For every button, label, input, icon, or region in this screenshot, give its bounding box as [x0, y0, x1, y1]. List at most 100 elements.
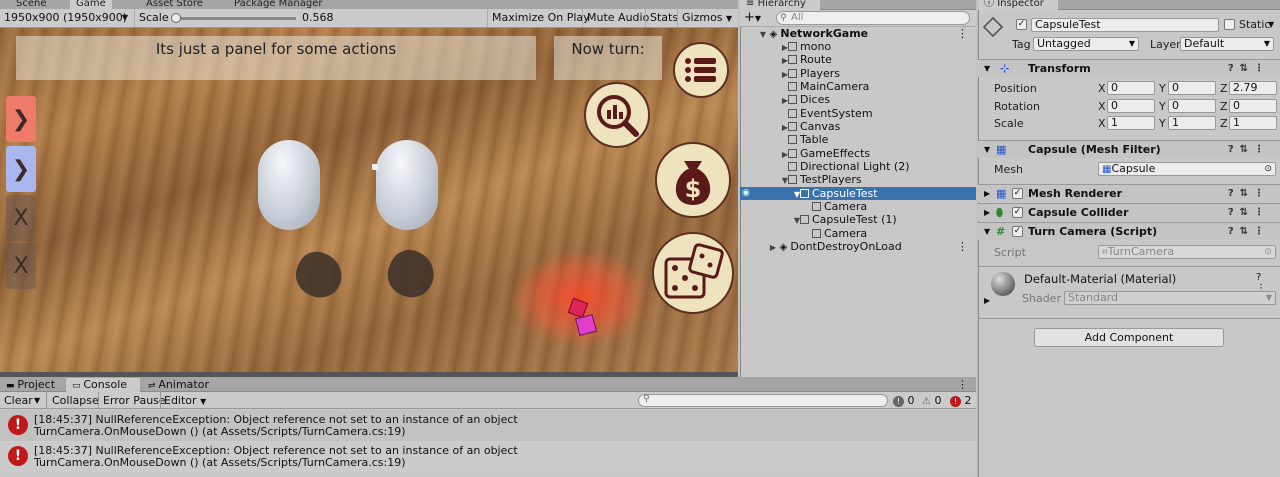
object-name-value: CapsuleTest — [1035, 18, 1101, 31]
hierarchy-item-directional-light[interactable]: Directional Light (2) — [740, 160, 976, 173]
game-view[interactable]: Its just a panel for some actions Now tu… — [0, 28, 738, 372]
add-component-button[interactable]: Add Component — [1034, 328, 1224, 347]
scale-x-field[interactable]: 1 — [1107, 116, 1155, 130]
position-x-value: 0 — [1111, 81, 1118, 94]
info-count-toggle[interactable]: ! 0 — [893, 393, 915, 408]
component-actions-icons[interactable]: ?⇅⋮ — [1228, 141, 1270, 159]
tab-inspector[interactable]: ⓘ Inspector — [978, 0, 1058, 10]
mesh-filter-header[interactable]: ▼ ▦ Capsule (Mesh Filter) ?⇅⋮ — [978, 140, 1280, 158]
console-log-entry[interactable]: ! [18:45:37] NullReferenceException: Obj… — [0, 410, 976, 441]
component-actions-icons[interactable]: ?⇅⋮ — [1228, 60, 1270, 78]
clear-options-dropdown[interactable]: ▼ — [34, 393, 40, 408]
expand-arrow-icon: ▼ — [984, 145, 991, 154]
collapse-toggle[interactable]: Collapse — [52, 393, 99, 408]
collapsed-arrow-icon[interactable]: ▶ — [984, 296, 990, 305]
unity-scene-icon: ◈ — [779, 242, 791, 253]
hierarchy-item-route[interactable]: ▶ Route — [740, 53, 976, 66]
kebab-menu-icon[interactable]: ⋮ — [957, 27, 968, 40]
capsule-collider-header[interactable]: ▶ ⬮ ✓ Capsule Collider ?⇅⋮ — [978, 203, 1280, 221]
maximize-on-play-button[interactable]: Maximize On Play — [487, 9, 594, 27]
object-name-field[interactable]: CapsuleTest — [1031, 18, 1219, 32]
kebab-menu-icon[interactable]: ⋮ — [957, 378, 968, 391]
static-checkbox[interactable] — [1224, 19, 1235, 30]
collapsed-arrow-icon: ▶ — [984, 208, 991, 217]
side-button-blue[interactable]: ❯ — [6, 146, 36, 192]
transform-header[interactable]: ▼ ⊹ Transform ?⇅⋮ — [978, 59, 1280, 77]
kebab-menu-icon[interactable]: ⋮ — [957, 240, 968, 253]
tab-project[interactable]: ▬ Project — [0, 378, 66, 392]
visibility-icon[interactable]: ◉ — [742, 187, 750, 200]
dice-button[interactable] — [652, 232, 734, 314]
error-pause-toggle[interactable]: Error Pause — [103, 393, 166, 408]
hierarchy-item-eventsystem[interactable]: EventSystem — [740, 107, 976, 120]
hierarchy-item-capsuletest[interactable]: ◉ ▼ CapsuleTest — [740, 187, 976, 200]
create-dropdown[interactable]: +▼ — [744, 11, 761, 26]
layer-dropdown[interactable]: Default ▼ — [1180, 37, 1274, 51]
active-checkbox[interactable]: ✓ — [1016, 19, 1027, 30]
hierarchy-item-gameeffects[interactable]: ▶ GameEffects — [740, 147, 976, 160]
tab-animator[interactable]: ⇌ Animator — [142, 378, 216, 392]
tab-console[interactable]: ▭ Console — [66, 378, 140, 392]
svg-text:$: $ — [685, 175, 702, 203]
component-actions-icons[interactable]: ?⇅⋮ — [1228, 185, 1270, 203]
side-button-red[interactable]: ❯ — [6, 96, 36, 142]
mesh-renderer-header[interactable]: ▶ ▦ ✓ Mesh Renderer ?⇅⋮ — [978, 184, 1280, 202]
rotation-z-field[interactable]: 0 — [1229, 99, 1277, 113]
hierarchy-item-camera-2[interactable]: Camera — [740, 227, 976, 240]
console-search-input[interactable]: ⚲ — [638, 394, 888, 407]
static-dropdown-arrow-icon[interactable]: ▼ — [1268, 20, 1274, 29]
component-actions-icons[interactable]: ?⇅⋮ — [1228, 223, 1270, 241]
console-log-entry[interactable]: ! [18:45:37] NullReferenceException: Obj… — [0, 441, 976, 472]
object-picker-icon[interactable]: ⊙ — [1264, 163, 1272, 175]
now-turn-panel: Now turn: — [554, 36, 662, 80]
hierarchy-item-dices[interactable]: ▶ Dices — [740, 93, 976, 106]
gizmos-dropdown[interactable]: Gizmos ▼ — [677, 9, 738, 27]
hierarchy-item-networkgame[interactable]: ▼ ◈ NetworkGame ⋮ — [740, 27, 976, 40]
mute-audio-button[interactable]: Mute Audio — [582, 9, 653, 27]
editor-dropdown[interactable]: Editor ▼ — [164, 393, 206, 408]
side-button-grey-1[interactable]: Ⅹ — [6, 195, 36, 241]
hierarchy-item-table[interactable]: Table — [740, 133, 976, 146]
player-capsule-2[interactable] — [376, 140, 438, 230]
clear-button[interactable]: Clear — [4, 393, 33, 408]
hierarchy-item-label: mono — [800, 40, 832, 53]
tab-hierarchy[interactable]: ≡ Hierarchy — [740, 0, 820, 10]
gameobject-icon — [788, 82, 797, 91]
scale-slider-handle[interactable] — [171, 13, 181, 23]
mesh-object-field[interactable]: ▦Capsule ⊙ — [1098, 162, 1276, 176]
turn-camera-header[interactable]: ▼ # ✓ Turn Camera (Script) ?⇅⋮ — [978, 222, 1280, 240]
resolution-dropdown[interactable]: 1950x900 (1950x900) ▼ — [0, 9, 132, 27]
warning-count-toggle[interactable]: ⚠ 0 — [922, 393, 941, 408]
position-y-field[interactable]: 0 — [1168, 81, 1216, 95]
hierarchy-item-players[interactable]: ▶ Players — [740, 67, 976, 80]
hierarchy-item-maincamera[interactable]: MainCamera — [740, 80, 976, 93]
hierarchy-item-testplayers[interactable]: ▼ TestPlayers — [740, 173, 976, 186]
capsule-collider-enabled-checkbox[interactable]: ✓ — [1012, 207, 1023, 218]
position-x-field[interactable]: 0 — [1107, 81, 1155, 95]
player-capsule-1[interactable] — [258, 140, 320, 230]
menu-button[interactable] — [673, 42, 729, 98]
turn-camera-enabled-checkbox[interactable]: ✓ — [1012, 226, 1023, 237]
tab-package-manager-label: Package Manager — [234, 0, 323, 9]
mesh-renderer-enabled-checkbox[interactable]: ✓ — [1012, 188, 1023, 199]
hierarchy-item-capsuletest-1[interactable]: ▼ CapsuleTest (1) — [740, 213, 976, 226]
stats-search-button[interactable] — [584, 82, 650, 148]
scale-z-field[interactable]: 1 — [1229, 116, 1277, 130]
error-count-toggle[interactable]: ! 2 — [950, 393, 972, 408]
scale-slider[interactable] — [172, 17, 296, 20]
scale-y-field[interactable]: 1 — [1168, 116, 1216, 130]
hierarchy-item-dontdestroyonload[interactable]: ▶ ◈ DontDestroyOnLoad ⋮ — [740, 240, 976, 253]
hierarchy-item-camera-1[interactable]: Camera — [740, 200, 976, 213]
hierarchy-item-canvas[interactable]: ▶ Canvas — [740, 120, 976, 133]
rotation-y-field[interactable]: 0 — [1168, 99, 1216, 113]
shader-dropdown[interactable]: Standard ▼ — [1064, 291, 1276, 305]
side-button-grey-2[interactable]: Ⅹ — [6, 243, 36, 289]
component-actions-icons[interactable]: ?⇅⋮ — [1228, 204, 1270, 222]
position-z-field[interactable]: 2.79 — [1229, 81, 1277, 95]
rotation-x-field[interactable]: 0 — [1107, 99, 1155, 113]
money-button[interactable]: $ — [655, 142, 731, 218]
hierarchy-item-mono[interactable]: ▶ mono — [740, 40, 976, 53]
scale-x-value: 1 — [1111, 116, 1118, 129]
tag-dropdown[interactable]: Untagged ▼ — [1033, 37, 1139, 51]
hierarchy-search-input[interactable]: ⚲ All — [776, 11, 970, 25]
